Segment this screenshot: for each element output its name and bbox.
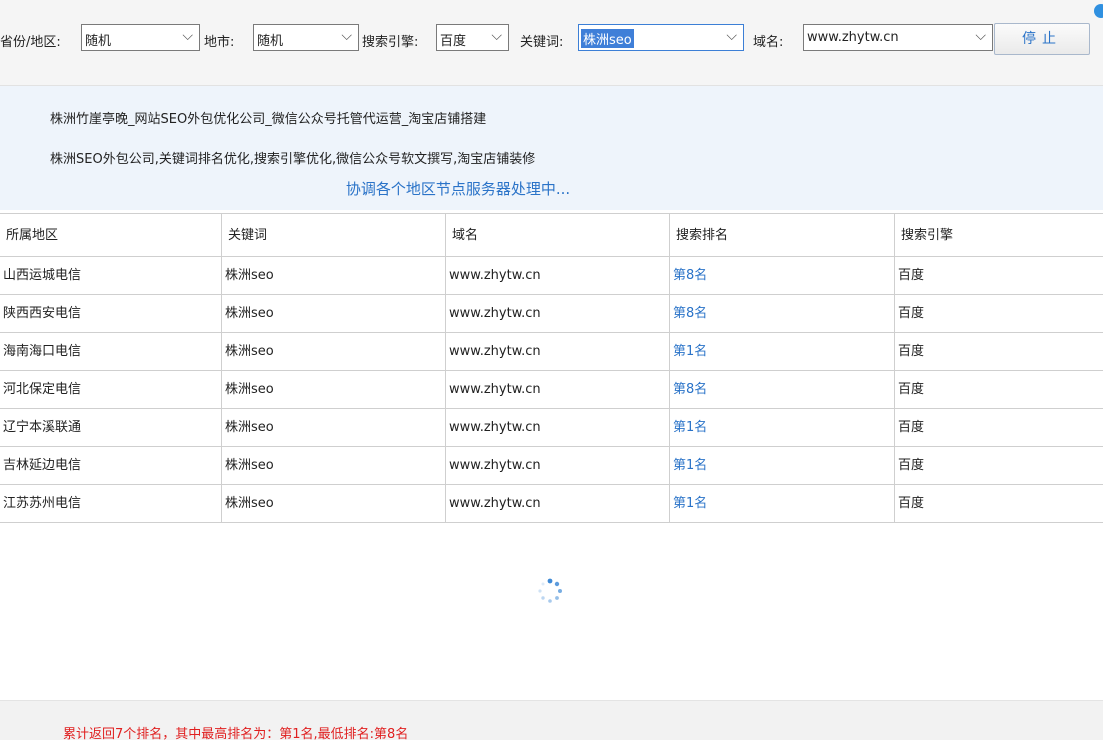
city-label: 地市: — [204, 35, 235, 50]
domain-select-value: www.zhytw.cn — [807, 30, 899, 45]
site-description: 株洲SEO外包公司,关键词排名优化,搜索引擎优化,微信公众号软文撰写,淘宝店铺装… — [50, 152, 536, 167]
ranking-table: 所属地区 关键词 域名 搜索排名 搜索引擎 山西运城电信 株洲seo www.z… — [0, 213, 1103, 523]
rank-cell: 第1名 — [670, 447, 895, 484]
status-bar: 累计返回7个排名，其中最高排名为：第1名,最低排名:第8名 — [0, 700, 1103, 742]
region-cell: 海南海口电信 — [0, 333, 222, 370]
keyword-cell: 株洲seo — [222, 447, 446, 484]
processing-status: 协调各个地区节点服务器处理中... — [345, 180, 571, 198]
table-header-row: 所属地区 关键词 域名 搜索排名 搜索引擎 — [0, 213, 1103, 257]
site-info-panel: 株洲竹崖亭晚_网站SEO外包优化公司_微信公众号托管代运营_淘宝店铺搭建 株洲S… — [0, 86, 1103, 210]
table-row[interactable]: 江苏苏州电信 株洲seo www.zhytw.cn 第1名 百度 — [0, 485, 1103, 523]
rank-cell: 第8名 — [670, 257, 895, 294]
rank-cell: 第1名 — [670, 409, 895, 446]
domain-label: 域名: — [753, 35, 784, 50]
chevron-down-icon: ⌵ — [491, 28, 502, 44]
site-title: 株洲竹崖亭晚_网站SEO外包优化公司_微信公众号托管代运营_淘宝店铺搭建 — [50, 112, 487, 127]
stop-button[interactable]: 停止 — [994, 23, 1090, 55]
engine-label: 搜索引擎: — [362, 35, 419, 50]
chevron-down-icon: ⌵ — [975, 28, 986, 44]
rank-cell: 第8名 — [670, 295, 895, 332]
engine-cell: 百度 — [898, 306, 925, 321]
region-cell: 辽宁本溪联通 — [0, 409, 222, 446]
table-row[interactable]: 陕西西安电信 株洲seo www.zhytw.cn 第8名 百度 — [0, 295, 1103, 333]
region-cell: 河北保定电信 — [0, 371, 222, 408]
header-domain[interactable]: 域名 — [446, 214, 670, 256]
engine-cell: 百度 — [898, 458, 925, 473]
city-select[interactable]: 随机 ⌵ — [253, 24, 359, 51]
header-region[interactable]: 所属地区 — [0, 214, 222, 256]
engine-cell: 百度 — [898, 496, 925, 511]
chevron-down-icon: ⌵ — [341, 28, 352, 44]
engine-cell: 百度 — [898, 382, 925, 397]
ranking-summary: 累计返回7个排名，其中最高排名为：第1名,最低排名:第8名 — [63, 727, 409, 742]
domain-cell: www.zhytw.cn — [446, 371, 670, 408]
region-cell: 陕西西安电信 — [0, 295, 222, 332]
header-keyword[interactable]: 关键词 — [222, 214, 446, 256]
keyword-cell: 株洲seo — [222, 485, 446, 522]
table-row[interactable]: 山西运城电信 株洲seo www.zhytw.cn 第8名 百度 — [0, 257, 1103, 295]
table-row[interactable]: 吉林延边电信 株洲seo www.zhytw.cn 第1名 百度 — [0, 447, 1103, 485]
status-dot-icon — [1094, 4, 1103, 18]
table-row[interactable]: 河北保定电信 株洲seo www.zhytw.cn 第8名 百度 — [0, 371, 1103, 409]
keyword-cell: 株洲seo — [222, 371, 446, 408]
keyword-cell: 株洲seo — [222, 295, 446, 332]
province-select[interactable]: 随机 ⌵ — [81, 24, 200, 51]
engine-cell: 百度 — [898, 420, 925, 435]
keyword-label: 关键词: — [520, 35, 564, 50]
chevron-down-icon: ⌵ — [182, 28, 193, 44]
domain-cell: www.zhytw.cn — [446, 447, 670, 484]
domain-cell: www.zhytw.cn — [446, 409, 670, 446]
table-row[interactable]: 海南海口电信 株洲seo www.zhytw.cn 第1名 百度 — [0, 333, 1103, 371]
keyword-cell: 株洲seo — [222, 409, 446, 446]
domain-select[interactable]: www.zhytw.cn ⌵ — [803, 24, 993, 51]
keyword-cell: 株洲seo — [222, 257, 446, 294]
rank-cell: 第1名 — [670, 333, 895, 370]
city-select-value: 随机 — [257, 34, 284, 49]
region-cell: 山西运城电信 — [0, 257, 222, 294]
domain-cell: www.zhytw.cn — [446, 485, 670, 522]
header-rank[interactable]: 搜索排名 — [670, 214, 895, 256]
chevron-down-icon: ⌵ — [726, 28, 737, 44]
engine-cell: 百度 — [898, 268, 925, 283]
toolbar: 省份/地区: 随机 ⌵ 地市: 随机 ⌵ 搜索引擎: 百度 ⌵ 关键词: 株洲s… — [0, 0, 1103, 86]
keyword-select-value: 株洲seo — [581, 29, 634, 48]
province-label: 省份/地区: — [0, 35, 61, 50]
region-cell: 吉林延边电信 — [0, 447, 222, 484]
header-engine[interactable]: 搜索引擎 — [895, 214, 1103, 256]
engine-select[interactable]: 百度 ⌵ — [436, 24, 509, 51]
domain-cell: www.zhytw.cn — [446, 257, 670, 294]
rank-cell: 第1名 — [670, 485, 895, 522]
region-cell: 江苏苏州电信 — [0, 485, 222, 522]
engine-cell: 百度 — [898, 344, 925, 359]
table-row[interactable]: 辽宁本溪联通 株洲seo www.zhytw.cn 第1名 百度 — [0, 409, 1103, 447]
engine-select-value: 百度 — [440, 34, 467, 49]
keyword-select[interactable]: 株洲seo ⌵ — [578, 24, 744, 51]
keyword-cell: 株洲seo — [222, 333, 446, 370]
domain-cell: www.zhytw.cn — [446, 333, 670, 370]
loading-spinner-icon — [538, 578, 562, 603]
province-select-value: 随机 — [85, 34, 112, 49]
domain-cell: www.zhytw.cn — [446, 295, 670, 332]
rank-cell: 第8名 — [670, 371, 895, 408]
